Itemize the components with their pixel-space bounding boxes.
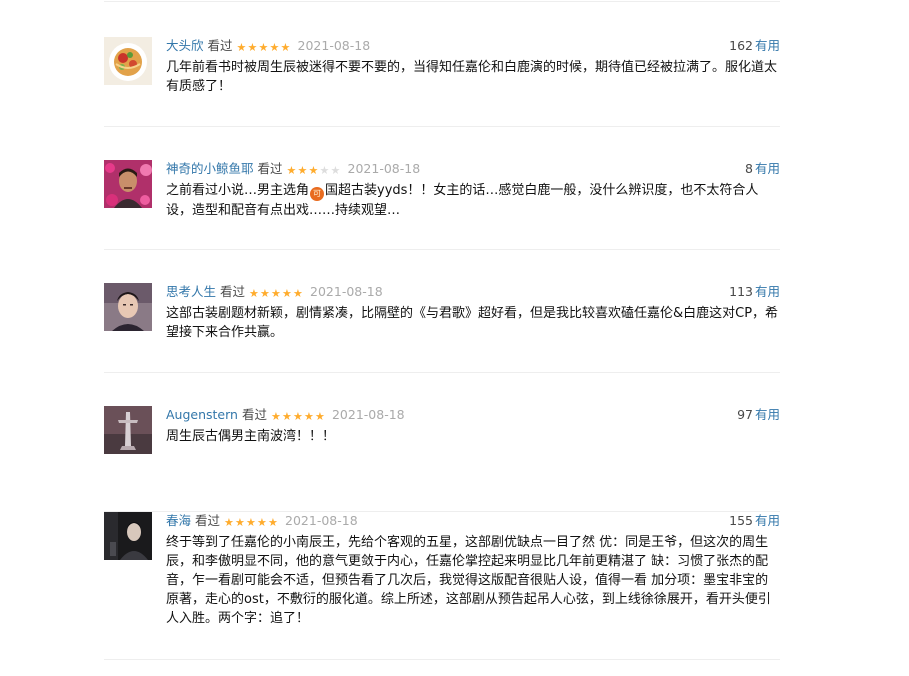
vote-area: 8 有用: [745, 160, 780, 178]
top-divider: [104, 1, 780, 2]
username-link[interactable]: Augenstern: [166, 407, 238, 422]
watch-status: 看过: [257, 161, 283, 176]
star-icon: ★: [308, 164, 319, 177]
comment-item: 大头欣 看过 ★★★★★ 2021-08-18 162 有用 几年前看书时被周生辰被迷得…: [104, 37, 780, 127]
star-icon: ★: [292, 410, 303, 423]
comment-text: 几年前看书时被周生辰被迷得不要不要的，当得知任嘉伦和白鹿演的时候，期待值已经被拉…: [166, 60, 778, 94]
comment-header: 大头欣 看过 ★★★★★ 2021-08-18 162 有用: [166, 37, 780, 55]
watch-status: 看过: [220, 284, 246, 299]
username-link[interactable]: 神奇的小鲸鱼耶: [166, 161, 254, 176]
star-icon: ★: [314, 410, 325, 423]
comment-text: 这部古装剧题材新颖，剧情紧凑，比隔壁的《与君歌》超好看，但是我比较喜欢磕任嘉伦&…: [166, 306, 779, 340]
useful-button[interactable]: 有用: [755, 38, 780, 53]
comment-header: 春海 看过 ★★★★★ 2021-08-18 155 有用: [166, 512, 780, 530]
star-icon: ★: [236, 41, 247, 54]
comment-text: 之前看过小说…男主选角可国超古装yyds！！女主的话…感觉白鹿一般，没什么辨识度…: [166, 181, 780, 220]
username-link[interactable]: 思考人生: [166, 284, 216, 299]
username-link[interactable]: 大头欣: [166, 38, 204, 53]
vote-area: 113 有用: [729, 283, 780, 301]
rating-stars: ★★★★★: [287, 161, 342, 179]
rating-stars: ★★★★★: [249, 284, 304, 302]
comment-date: 2021-08-18: [285, 513, 358, 528]
ke-emoji-icon: 可: [310, 187, 325, 201]
comment-header: 思考人生 看过 ★★★★★ 2021-08-18 113 有用: [166, 283, 780, 301]
avatar-image: [104, 406, 152, 454]
star-icon: ★: [297, 164, 308, 177]
star-icon: ★: [270, 410, 281, 423]
star-icon: ★: [271, 287, 281, 300]
useful-button[interactable]: 有用: [755, 513, 780, 528]
star-icon: ★: [286, 164, 297, 177]
star-icon: ★: [268, 516, 278, 529]
star-icon: ★: [224, 516, 234, 529]
avatar-image: [104, 160, 152, 208]
watch-status: 看过: [195, 513, 221, 528]
comment-item: 春海 看过 ★★★★★ 2021-08-18 155 有用 终于等到了任嘉伦的小南辰王，…: [104, 512, 780, 660]
useful-button[interactable]: 有用: [755, 161, 780, 176]
comment-header: Augenstern 看过 ★★★★★ 2021-08-18 97 有用: [166, 406, 780, 424]
avatar[interactable]: [104, 160, 152, 208]
avatar[interactable]: [104, 406, 152, 454]
avatar[interactable]: [104, 512, 152, 560]
watch-status: 看过: [241, 407, 267, 422]
comment-text: 终于等到了任嘉伦的小南辰王，先给个客观的五星，这部剧优缺点一目了然 优：同是王爷…: [166, 535, 771, 626]
star-icon: ★: [258, 41, 269, 54]
star-icon: ★: [260, 287, 270, 300]
star-icon: ★: [281, 410, 292, 423]
avatar[interactable]: [104, 283, 152, 331]
comment-item: 思考人生 看过 ★★★★★ 2021-08-18 113 有用 这部古装剧题材新颖，剧情…: [104, 283, 780, 373]
comment-date: 2021-08-18: [310, 284, 383, 299]
star-icon: ★: [319, 164, 330, 177]
comment-date: 2021-08-18: [297, 38, 371, 53]
avatar-image: [104, 37, 152, 85]
star-icon: ★: [246, 516, 256, 529]
avatar-image: [104, 283, 152, 331]
rating-stars: ★★★★★: [271, 407, 326, 425]
star-icon: ★: [303, 410, 314, 423]
star-icon: ★: [282, 287, 292, 300]
rating-stars: ★★★★★: [237, 38, 292, 56]
star-icon: ★: [280, 41, 291, 54]
comment-item: Augenstern 看过 ★★★★★ 2021-08-18 97 有用 周生辰古偶男主…: [104, 406, 780, 512]
vote-count: 113: [729, 284, 753, 299]
comment-date: 2021-08-18: [331, 407, 405, 422]
star-icon: ★: [330, 164, 341, 177]
avatar[interactable]: [104, 37, 152, 85]
comment-text-part: 之前看过小说…男主选角: [166, 183, 310, 198]
star-icon: ★: [247, 41, 258, 54]
vote-count: 162: [729, 38, 753, 53]
rating-stars: ★★★★★: [224, 513, 279, 531]
star-icon: ★: [293, 287, 303, 300]
vote-area: 162 有用: [729, 37, 780, 55]
useful-button[interactable]: 有用: [755, 407, 780, 422]
useful-button[interactable]: 有用: [755, 284, 780, 299]
star-icon: ★: [235, 516, 245, 529]
vote-area: 155 有用: [729, 512, 780, 530]
comment-header: 神奇的小鲸鱼耶 看过 ★★★★★ 2021-08-18 8 有用: [166, 160, 780, 178]
vote-count: 155: [729, 513, 753, 528]
vote-count: 97: [737, 407, 753, 422]
comment-date: 2021-08-18: [347, 161, 421, 176]
comment-text: 周生辰古偶男主南波湾！！！: [166, 429, 336, 444]
comment-item: 神奇的小鲸鱼耶 看过 ★★★★★ 2021-08-18 8 有用 之前看过小说…男主选角…: [104, 160, 780, 250]
vote-count: 8: [745, 161, 753, 176]
username-link[interactable]: 春海: [166, 513, 191, 528]
vote-area: 97 有用: [737, 406, 780, 424]
watch-status: 看过: [207, 38, 233, 53]
star-icon: ★: [269, 41, 280, 54]
star-icon: ★: [257, 516, 267, 529]
star-icon: ★: [249, 287, 259, 300]
avatar-image: [104, 512, 152, 560]
